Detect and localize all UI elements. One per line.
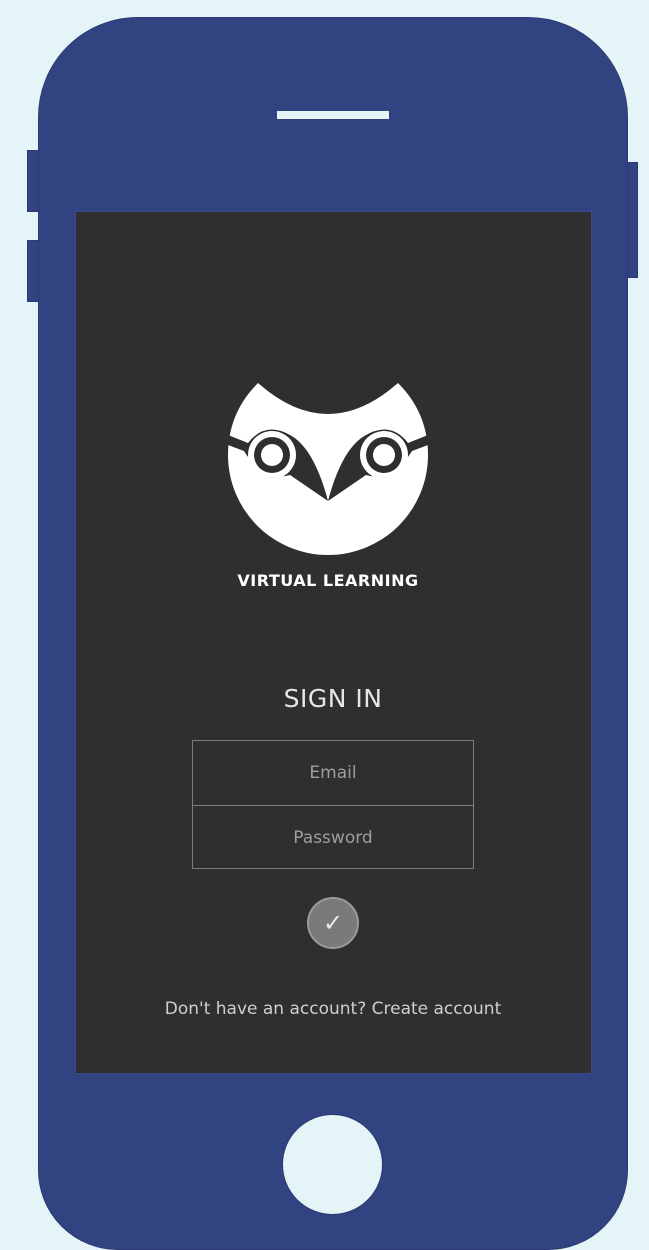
submit-button[interactable]: ✓	[307, 897, 359, 949]
password-input[interactable]	[193, 806, 473, 870]
sign-in-title: SIGN IN	[283, 684, 383, 713]
create-account-prompt: Don't have an account? Create account	[120, 999, 546, 1019]
sign-in-form	[192, 740, 474, 870]
checkmark-icon: ✓	[322, 909, 344, 937]
owl-logo-icon	[228, 383, 428, 555]
owl-left-eye-inner	[261, 444, 283, 466]
brand-name: VIRTUAL LEARNING	[237, 571, 419, 590]
owl-right-eye-inner	[373, 444, 395, 466]
home-button[interactable]	[282, 1114, 383, 1215]
speaker-slot	[277, 111, 389, 119]
email-input[interactable]	[193, 741, 473, 805]
create-account-question: Don't have an account?	[164, 999, 367, 1019]
page: VIRTUAL LEARNING SIGN IN ✓ Don't have an…	[0, 0, 649, 1250]
create-account-link[interactable]: Create account	[372, 999, 502, 1019]
